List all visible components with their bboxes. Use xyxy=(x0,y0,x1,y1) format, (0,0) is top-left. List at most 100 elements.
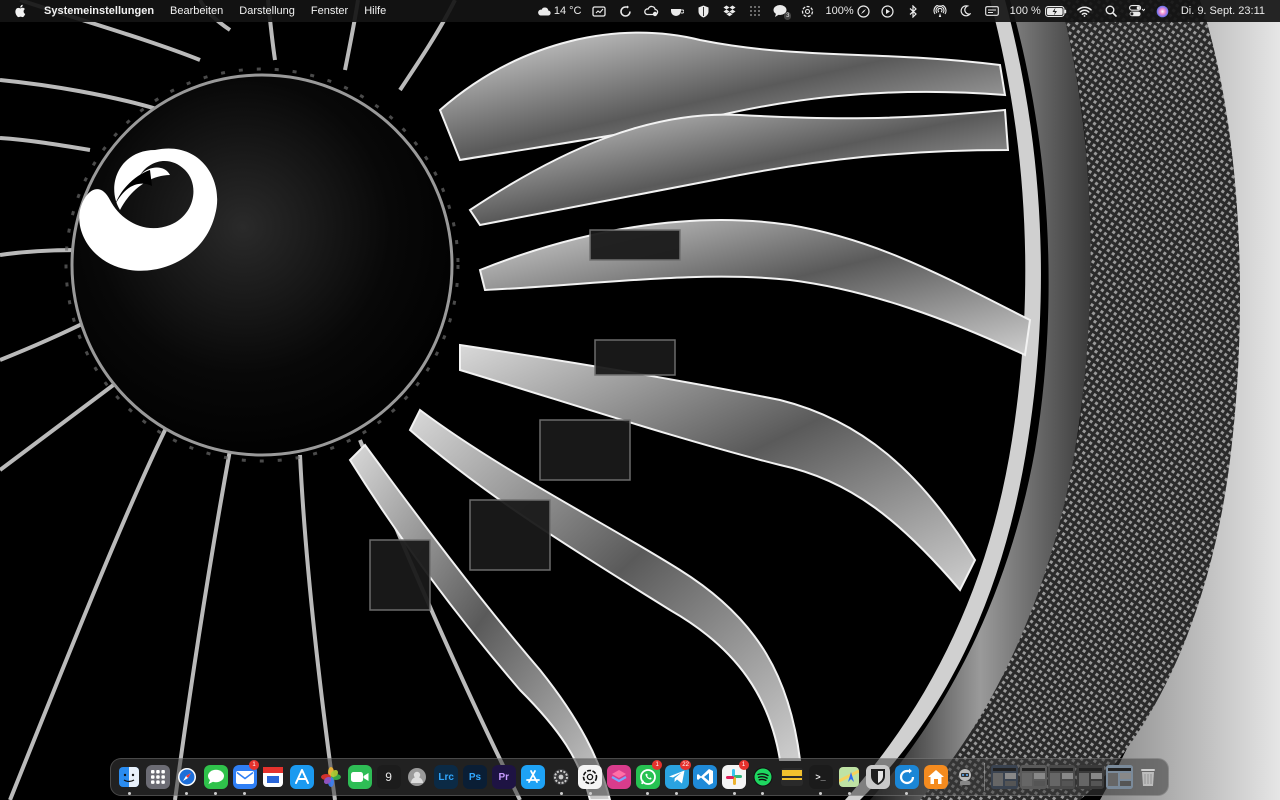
dock-item-nine-app[interactable]: 9 xyxy=(374,759,403,795)
dock-item-facetime[interactable] xyxy=(345,759,374,795)
minimized-window-4-icon xyxy=(1077,765,1105,789)
running-indicator xyxy=(559,792,563,795)
dock-item-maps[interactable] xyxy=(835,759,864,795)
sync-icon[interactable] xyxy=(612,0,638,22)
dock-item-whatsapp[interactable]: 1 xyxy=(633,759,663,795)
desktop-wallpaper xyxy=(0,0,1280,800)
running-indicator xyxy=(646,792,650,795)
menu-hilfe[interactable]: Hilfe xyxy=(364,5,386,17)
lightroom-classic-icon: Lrc xyxy=(434,765,459,789)
dock-item-vscode[interactable] xyxy=(691,759,720,795)
dock-separator xyxy=(983,763,985,791)
dock-item-terminal[interactable]: >_ xyxy=(806,759,835,795)
dock-item-photos[interactable] xyxy=(317,759,346,795)
clock[interactable]: Di. 9. Sept. 23:11 xyxy=(1176,0,1270,22)
nine-app-icon: 9 xyxy=(376,765,401,789)
dock-item-app-store[interactable] xyxy=(518,759,547,795)
dock-item-telegram[interactable]: 22 xyxy=(662,759,691,795)
running-indicator xyxy=(214,792,218,795)
running-indicator xyxy=(761,792,765,795)
grid-icon[interactable] xyxy=(742,0,768,22)
coffee-icon[interactable] xyxy=(664,0,690,22)
dock-item-finder[interactable] xyxy=(115,759,144,795)
dock-item-notes-bar[interactable] xyxy=(777,759,806,795)
dock-item-minimized-window-4[interactable] xyxy=(1076,759,1105,795)
battery-percent: 100 % xyxy=(1009,5,1041,17)
app-menu[interactable]: Systemeinstellungen xyxy=(44,5,154,17)
dock-item-bitwarden[interactable] xyxy=(864,759,893,795)
dock-item-minimized-window-5[interactable] xyxy=(1105,759,1134,795)
running-indicator xyxy=(127,792,131,795)
dock-item-launchpad[interactable] xyxy=(144,759,173,795)
dock-item-minimized-window-1[interactable] xyxy=(990,759,1019,795)
cloud-icon xyxy=(537,7,551,16)
running-indicator xyxy=(185,792,189,795)
siri-icon[interactable] xyxy=(1150,0,1176,22)
running-indicator xyxy=(819,792,823,795)
openai-icon[interactable] xyxy=(794,0,820,22)
dock-item-lightroom-classic[interactable]: Lrc xyxy=(432,759,461,795)
screen-icon[interactable] xyxy=(586,0,612,22)
app-store-alt-icon xyxy=(290,765,315,789)
dock-item-calendar[interactable] xyxy=(259,759,288,795)
accounts-icon xyxy=(405,765,429,789)
dropbox-icon[interactable] xyxy=(716,0,742,22)
dock-item-slack[interactable]: 1 xyxy=(720,759,749,795)
messages-badge: 3 xyxy=(784,12,792,20)
dock-item-minimized-window-2[interactable] xyxy=(1019,759,1048,795)
trash-icon xyxy=(1136,765,1160,789)
moon-icon[interactable] xyxy=(953,0,979,22)
battery-status[interactable]: 100 % xyxy=(1005,0,1072,22)
menu-bar: Systemeinstellungen Bearbeiten Darstellu… xyxy=(0,0,1280,22)
dock-item-chatgpt[interactable] xyxy=(576,759,605,795)
dock-item-automator[interactable] xyxy=(950,759,979,795)
system-settings-icon xyxy=(549,765,573,789)
messages-status[interactable]: 3 xyxy=(768,0,794,22)
spotlight-search-icon[interactable] xyxy=(1098,0,1124,22)
weather-temperature: 14 °C xyxy=(553,5,582,17)
minimized-window-1-icon xyxy=(990,765,1018,789)
dock-item-premiere[interactable]: Pr xyxy=(489,759,518,795)
menu-bearbeiten[interactable]: Bearbeiten xyxy=(170,5,223,17)
dock-item-shortcuts[interactable] xyxy=(605,759,634,795)
sync-app-icon xyxy=(894,765,919,789)
dock-item-system-settings[interactable] xyxy=(547,759,576,795)
weather-status[interactable]: 14 °C xyxy=(532,0,587,22)
battery-charging-icon xyxy=(1044,5,1067,17)
dock-item-mail[interactable]: 1 xyxy=(230,759,259,795)
wifi-icon[interactable] xyxy=(1072,0,1098,22)
shortcuts-icon xyxy=(606,765,631,789)
whatsapp-badge: 1 xyxy=(652,760,663,770)
control-center-icon[interactable] xyxy=(1124,0,1150,22)
cpu-percent: 100% xyxy=(825,5,854,17)
cloud-sync-icon[interactable] xyxy=(638,0,664,22)
notes-bar-icon xyxy=(780,765,804,789)
dock-item-spotify[interactable] xyxy=(749,759,778,795)
dock-item-home[interactable] xyxy=(921,759,950,795)
calendar-icon xyxy=(261,765,285,789)
apple-menu-icon[interactable] xyxy=(14,3,28,19)
facetime-icon xyxy=(347,765,372,789)
play-icon[interactable] xyxy=(875,0,901,22)
menu-fenster[interactable]: Fenster xyxy=(311,5,348,17)
dock-item-sync-app[interactable] xyxy=(893,759,922,795)
dock-item-app-store-alt[interactable] xyxy=(288,759,317,795)
dock-item-trash[interactable] xyxy=(1134,759,1163,795)
running-indicator xyxy=(588,792,592,795)
cpu-status[interactable]: 100% xyxy=(820,0,874,22)
airdrop-icon[interactable] xyxy=(927,0,953,22)
keyboard-icon[interactable] xyxy=(979,0,1005,22)
mail-badge: 1 xyxy=(248,760,259,770)
dock-item-photoshop[interactable]: Ps xyxy=(461,759,490,795)
launchpad-icon xyxy=(146,765,171,789)
dock-item-accounts[interactable] xyxy=(403,759,432,795)
bluetooth-icon[interactable] xyxy=(901,0,927,22)
dock-item-safari[interactable] xyxy=(173,759,202,795)
slack-badge: 1 xyxy=(738,760,749,770)
running-indicator xyxy=(732,792,736,795)
menu-darstellung[interactable]: Darstellung xyxy=(239,5,295,17)
shield-icon[interactable] xyxy=(690,0,716,22)
dock-item-messages[interactable] xyxy=(201,759,230,795)
dock-item-minimized-window-3[interactable] xyxy=(1048,759,1077,795)
running-indicator xyxy=(675,792,679,795)
